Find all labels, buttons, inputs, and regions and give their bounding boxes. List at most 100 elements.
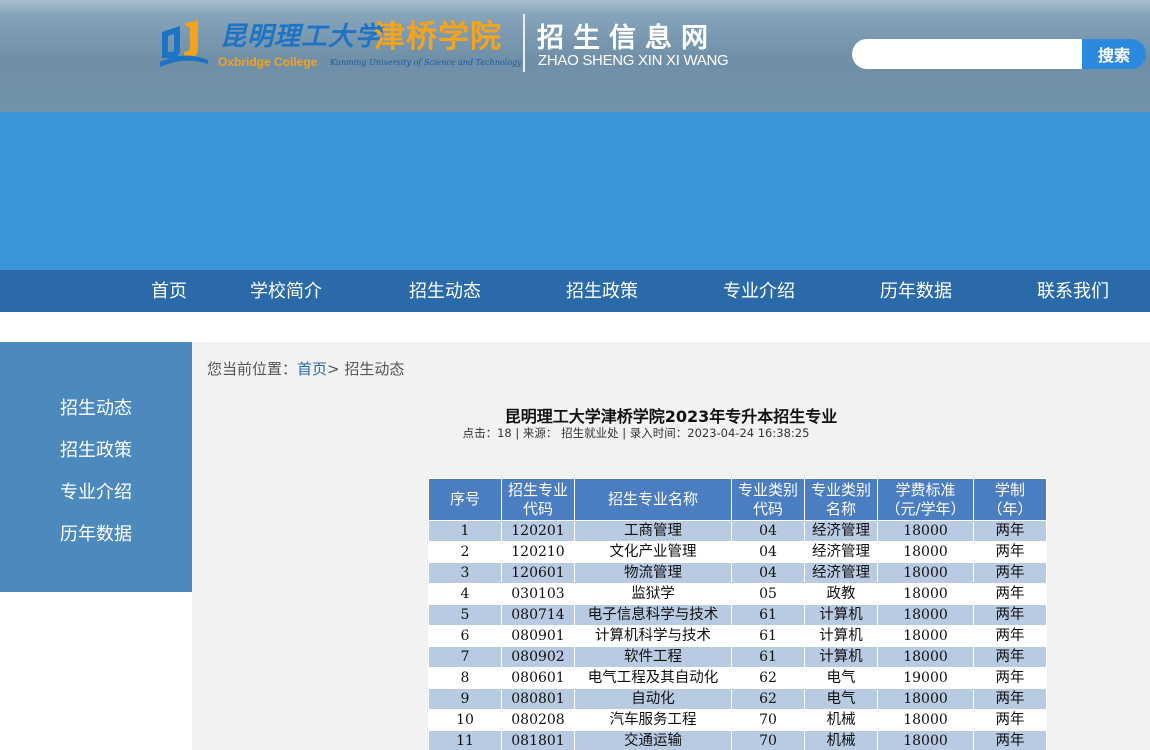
table-cell: 两年 [973,541,1047,563]
table-cell: 经济管理 [804,562,878,584]
sidebar-item-majors[interactable]: 专业介绍 [60,478,132,504]
table-row: 7 080902 软件工程 61 计算机 18000 两年 [428,646,1047,668]
sidebar-item-admission-news[interactable]: 招生动态 [60,394,132,420]
sidebar: 招生动态 招生政策 专业介绍 历年数据 [0,342,192,592]
table-cell: 120210 [501,541,575,563]
table-cell: 5 [428,604,502,626]
table-cell: 080601 [501,667,575,689]
article-title: 昆明理工大学津桥学院2023年专升本招生专业 [504,407,838,426]
table-cell: 18000 [877,646,974,668]
article-meta: 点击：18 | 来源： 招生就业处 | 录入时间：2023-04-24 16:3… [462,426,810,440]
breadcrumb-home-link[interactable]: 首页 [297,360,327,378]
breadcrumb-prefix: 您当前位置： [207,360,298,378]
table-cell: 7 [428,646,502,668]
site-title-pinyin: ZHAO SHENG XIN XI WANG [538,52,729,69]
table-row: 9 080801 自动化 62 电气 18000 两年 [428,688,1047,710]
table-cell: 05 [731,583,805,605]
search-button[interactable]: 搜索 [1082,39,1146,69]
table-cell: 两年 [973,625,1047,647]
table-cell: 两年 [973,646,1047,668]
table-cell: 2 [428,541,502,563]
table-cell: 10 [428,709,502,731]
nav-item-historical-data[interactable]: 历年数据 [880,270,952,312]
table-cell: 电气工程及其自动化 [574,667,732,689]
table-cell: 3 [428,562,502,584]
table-cell: 机械 [804,709,878,731]
table-cell: 080902 [501,646,575,668]
table-cell: 18000 [877,688,974,710]
table-cell: 080801 [501,688,575,710]
table-cell: 电子信息科学与技术 [574,604,732,626]
column-header: 学费标准 （元/学年） [877,478,974,521]
table-cell: 18000 [877,583,974,605]
nav-item-admission-news[interactable]: 招生动态 [409,270,481,312]
table-cell: 4 [428,583,502,605]
table-cell: 080901 [501,625,575,647]
table-cell: 机械 [804,730,878,750]
search-input[interactable] [852,39,1084,69]
logo-divider [523,14,525,72]
table-cell: 18000 [877,625,974,647]
table-row: 5 080714 电子信息科学与技术 61 计算机 18000 两年 [428,604,1047,626]
nav-item-home[interactable]: 首页 [151,270,187,312]
table-cell: 两年 [973,520,1047,542]
sidebar-item-historical-data[interactable]: 历年数据 [60,520,132,546]
table-cell: 120601 [501,562,575,584]
table-cell: 两年 [973,688,1047,710]
table-cell: 两年 [973,604,1047,626]
nav-item-admission-policy[interactable]: 招生政策 [566,270,638,312]
table-cell: 18000 [877,730,974,750]
nav-item-majors[interactable]: 专业介绍 [723,270,795,312]
table-cell: 62 [731,688,805,710]
table-cell: 19000 [877,667,974,689]
logo-university-english: Kunming University of Science and Techno… [330,58,522,67]
table-row: 1 120201 工商管理 04 经济管理 18000 两年 [428,520,1047,542]
nav-item-contact[interactable]: 联系我们 [1037,270,1109,312]
breadcrumb-current: 招生动态 [344,360,405,378]
table-row: 4 030103 监狱学 05 政教 18000 两年 [428,583,1047,605]
table-cell: 两年 [973,709,1047,731]
column-header: 专业类别 代码 [731,478,805,521]
table-cell: 04 [731,520,805,542]
column-header: 序号 [428,478,502,521]
table-header-row: 序号 招生专业 代码 招生专业名称 专业类别 代码 专业类别 名称 学费标准 （元/学年… [428,478,1047,521]
table-cell: 080714 [501,604,575,626]
table-cell: 两年 [973,730,1047,750]
table-row: 6 080901 计算机科学与技术 61 计算机 18000 两年 [428,625,1047,647]
table-cell: 9 [428,688,502,710]
table-cell: 080208 [501,709,575,731]
table-cell: 18000 [877,520,974,542]
logo-school-name: 昆明理工大学 [220,22,383,52]
table-cell: 计算机 [804,646,878,668]
table-cell: 8 [428,667,502,689]
sidebar-item-admission-policy[interactable]: 招生政策 [60,436,132,462]
table-cell: 61 [731,625,805,647]
table-cell: 文化产业管理 [574,541,732,563]
table-row: 3 120601 物流管理 04 经济管理 18000 两年 [428,562,1047,584]
table-cell: 经济管理 [804,520,878,542]
site-title: 招生信息网 [537,23,717,54]
logo-college-english: Oxbridge College [218,55,318,69]
table-cell: 两年 [973,583,1047,605]
table-cell: 自动化 [574,688,732,710]
table-cell: 62 [731,667,805,689]
table-cell: 70 [731,709,805,731]
table-cell: 两年 [973,667,1047,689]
nav-item-about[interactable]: 学校简介 [250,270,322,312]
banner [0,112,1150,270]
main-content: 您当前位置：首页> 招生动态 昆明理工大学津桥学院2023年专升本招生专业 点击… [192,342,1150,750]
college-logo-icon[interactable] [158,20,210,68]
table-row: 8 080601 电气工程及其自动化 62 电气 19000 两年 [428,667,1047,689]
table-cell: 工商管理 [574,520,732,542]
table-cell: 6 [428,625,502,647]
table-cell: 计算机科学与技术 [574,625,732,647]
table-cell: 70 [731,730,805,750]
table-cell: 两年 [973,562,1047,584]
table-cell: 计算机 [804,604,878,626]
table-cell: 04 [731,562,805,584]
table-cell: 18000 [877,604,974,626]
table-cell: 081801 [501,730,575,750]
column-header: 学制 （年） [973,478,1047,521]
table-cell: 030103 [501,583,575,605]
table-cell: 18000 [877,562,974,584]
